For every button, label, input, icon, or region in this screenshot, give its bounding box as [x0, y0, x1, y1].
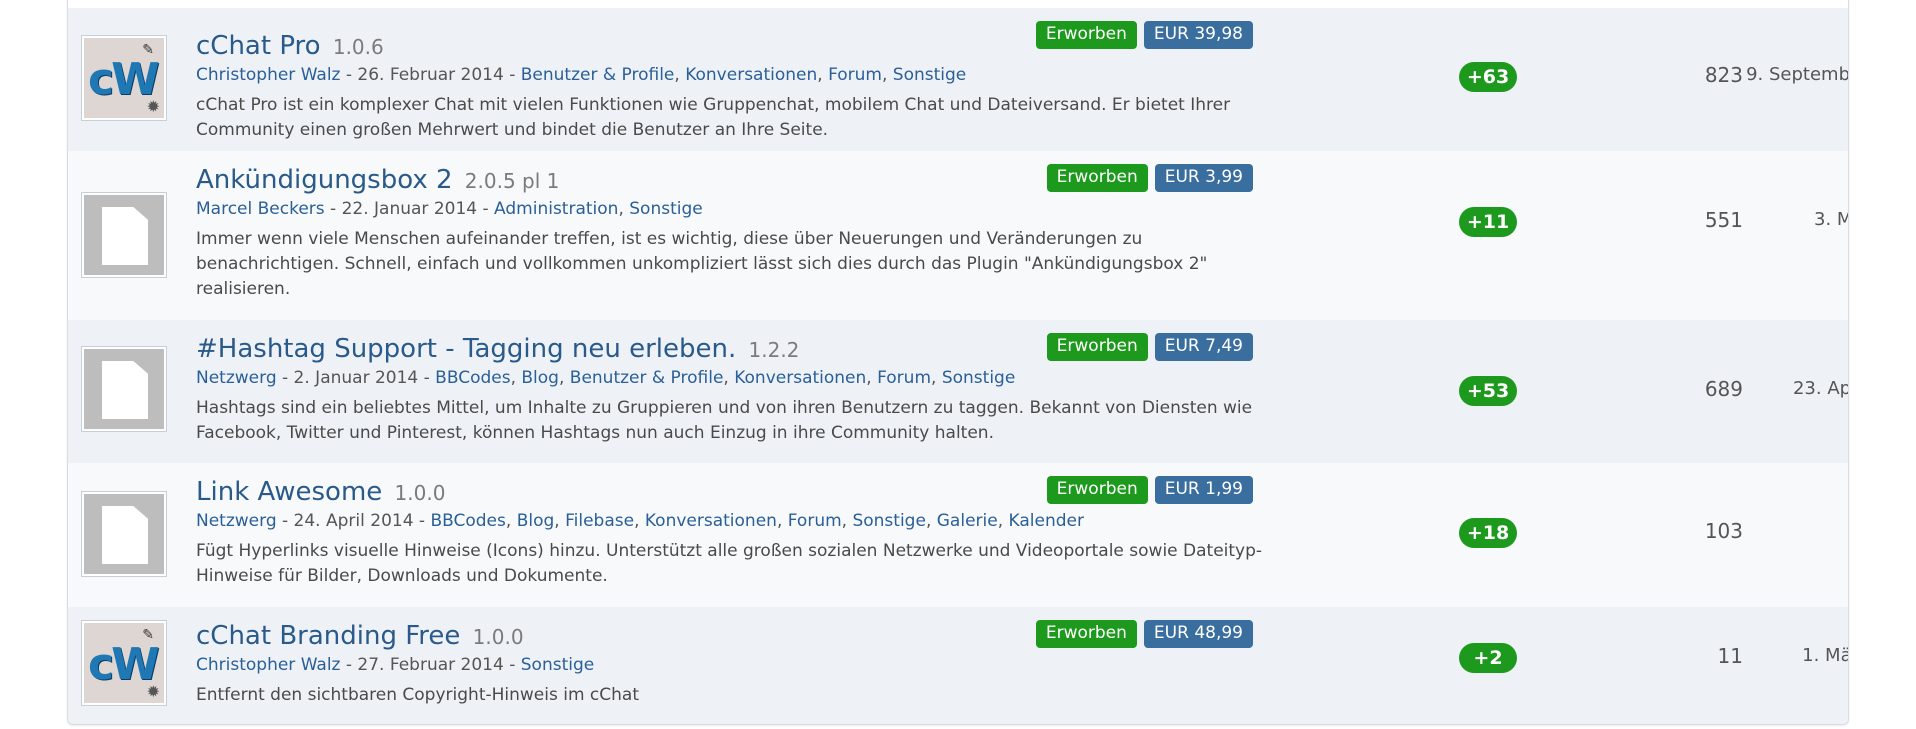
author-link[interactable]: Netzwerg	[196, 368, 277, 388]
publish-date: - 2. Januar 2014 -	[276, 368, 436, 388]
category-link[interactable]: Benutzer & Profile	[521, 65, 675, 85]
plugin-version: 1.0.0	[394, 481, 446, 505]
rating-badge: +11	[1459, 207, 1517, 237]
badge-group: Erworben EUR 7,49	[1046, 333, 1253, 361]
category-link[interactable]: BBCodes	[435, 368, 510, 388]
plugin-title-link[interactable]: cChat Branding Free	[196, 621, 460, 651]
plugin-title-link[interactable]: Ankündigungsbox 2	[196, 165, 453, 195]
category-link[interactable]: Blog	[517, 511, 555, 531]
plugin-description: Hashtags sind ein beliebtes Mittel, um I…	[196, 398, 1253, 443]
last-update-date: 9. September 2015	[1746, 64, 1849, 85]
category-link[interactable]: Forum	[828, 65, 882, 85]
author-link[interactable]: Christopher Walz	[196, 65, 340, 85]
price-badge: EUR 39,98	[1143, 21, 1253, 49]
plugin-version: 2.0.5 pl 1	[464, 169, 560, 193]
rating-badge: +2	[1459, 643, 1517, 673]
plugin-description: Entfernt den sichtbaren Copyright-Hinwei…	[196, 685, 640, 705]
author-link[interactable]: Christopher Walz	[196, 655, 340, 675]
publish-date: - 24. April 2014 -	[276, 511, 431, 531]
plugin-thumbnail[interactable]	[81, 192, 167, 278]
list-item[interactable]: cW ✎ ✹ cChat Branding Free 1.0.0 Christoph…	[68, 607, 1848, 724]
category-link[interactable]: Filebase	[565, 511, 634, 531]
category-link[interactable]: Galerie	[937, 511, 998, 531]
status-badge: Erworben	[1046, 164, 1148, 192]
plugin-description: cChat Pro ist ein komplexer Chat mit vie…	[196, 95, 1231, 140]
price-badge: EUR 3,99	[1154, 164, 1253, 192]
list-item[interactable]: cW ✎ ✹ cChat Pro 1.0.6 Christopher Walz - …	[68, 8, 1848, 151]
status-badge: Erworben	[1046, 476, 1148, 504]
last-update-date: 1. März 2014	[1802, 645, 1849, 666]
plugin-title-link[interactable]: #Hashtag Support - Tagging neu erleben.	[196, 334, 736, 364]
price-badge: EUR 1,99	[1154, 476, 1253, 504]
status-badge: Erworben	[1046, 333, 1148, 361]
category-link[interactable]: Benutzer & Profile	[570, 368, 724, 388]
category-link[interactable]: BBCodes	[430, 511, 505, 531]
plugin-thumbnail[interactable]: cW ✎ ✹	[81, 620, 167, 706]
category-link[interactable]: Forum	[877, 368, 931, 388]
rating-badge: +53	[1459, 376, 1517, 406]
cw-logo-icon: cW ✎ ✹	[84, 623, 164, 703]
plugin-description: Immer wenn viele Menschen aufeinander tr…	[196, 229, 1208, 299]
category-link[interactable]: Sonstige	[852, 511, 925, 531]
badge-group: Erworben EUR 39,98	[1035, 21, 1253, 49]
publish-date: - 26. Februar 2014 -	[340, 65, 521, 85]
category-link[interactable]: Blog	[521, 368, 559, 388]
download-count: 103	[1704, 519, 1743, 543]
plugin-meta: Christopher Walz - 27. Februar 2014 - So…	[196, 653, 1306, 677]
category-link[interactable]: Sonstige	[942, 368, 1015, 388]
plugin-list: cW ✎ ✹ cChat Pro 1.0.6 Christopher Walz - …	[67, 0, 1849, 725]
cw-logo-icon: cW ✎ ✹	[84, 38, 164, 118]
author-link[interactable]: Netzwerg	[196, 511, 277, 531]
category-link[interactable]: Kalender	[1009, 511, 1084, 531]
plugin-title-link[interactable]: Link Awesome	[196, 477, 382, 507]
author-link[interactable]: Marcel Beckers	[196, 199, 325, 219]
badge-group: Erworben EUR 48,99	[1035, 620, 1253, 648]
category-link[interactable]: Konversationen	[645, 511, 777, 531]
rating-badge: +18	[1459, 518, 1517, 548]
plugin-meta: Christopher Walz - 26. Februar 2014 - Be…	[196, 65, 967, 85]
status-badge: Erworben	[1035, 21, 1137, 49]
publish-date: - 27. Februar 2014 -	[340, 655, 521, 675]
category-link[interactable]: Sonstige	[629, 199, 702, 219]
plugin-meta: Netzwerg - 2. Januar 2014 - BBCodes, Blo…	[196, 368, 1016, 388]
category-link[interactable]: Sonstige	[521, 655, 594, 675]
badge-group: Erworben EUR 3,99	[1046, 164, 1253, 192]
file-icon	[84, 494, 164, 574]
file-icon	[84, 195, 164, 275]
plugin-version: 1.2.2	[748, 338, 800, 362]
badge-group: Erworben EUR 1,99	[1046, 476, 1253, 504]
last-update-date: 3. Mai 2015	[1814, 209, 1848, 230]
category-link[interactable]: Konversationen	[734, 368, 866, 388]
plugin-version: 1.0.0	[472, 625, 524, 649]
category-link[interactable]: Administration	[494, 199, 618, 219]
category-link[interactable]: Forum	[788, 511, 842, 531]
list-item[interactable]: #Hashtag Support - Tagging neu erleben. …	[68, 320, 1848, 463]
rating-badge: +63	[1459, 62, 1517, 92]
plugin-meta: Marcel Beckers - 22. Januar 2014 - Admin…	[196, 199, 703, 219]
plugin-thumbnail[interactable]	[81, 346, 167, 432]
plugin-title-link[interactable]: cChat Pro	[196, 31, 321, 61]
publish-date: - 22. Januar 2014 -	[324, 199, 495, 219]
category-link[interactable]: Konversationen	[685, 65, 817, 85]
price-badge: EUR 7,49	[1154, 333, 1253, 361]
status-badge: Erworben	[1035, 620, 1137, 648]
list-item[interactable]: Link Awesome 1.0.0 Netzwerg - 24. April …	[68, 463, 1848, 607]
plugin-description: Fügt Hyperlinks visuelle Hinweise (Icons…	[196, 541, 1263, 586]
category-link[interactable]: Sonstige	[893, 65, 966, 85]
plugin-meta: Netzwerg - 24. April 2014 - BBCodes, Blo…	[196, 511, 1084, 531]
plugin-thumbnail[interactable]: cW ✎ ✹	[81, 35, 167, 121]
price-badge: EUR 48,99	[1143, 620, 1253, 648]
plugin-thumbnail[interactable]	[81, 491, 167, 577]
file-icon	[84, 349, 164, 429]
list-item[interactable]: Ankündigungsbox 2 2.0.5 pl 1 Marcel Beck…	[68, 151, 1848, 320]
last-update-date: 23. April 2015	[1792, 378, 1849, 399]
plugin-version: 1.0.6	[332, 35, 384, 59]
